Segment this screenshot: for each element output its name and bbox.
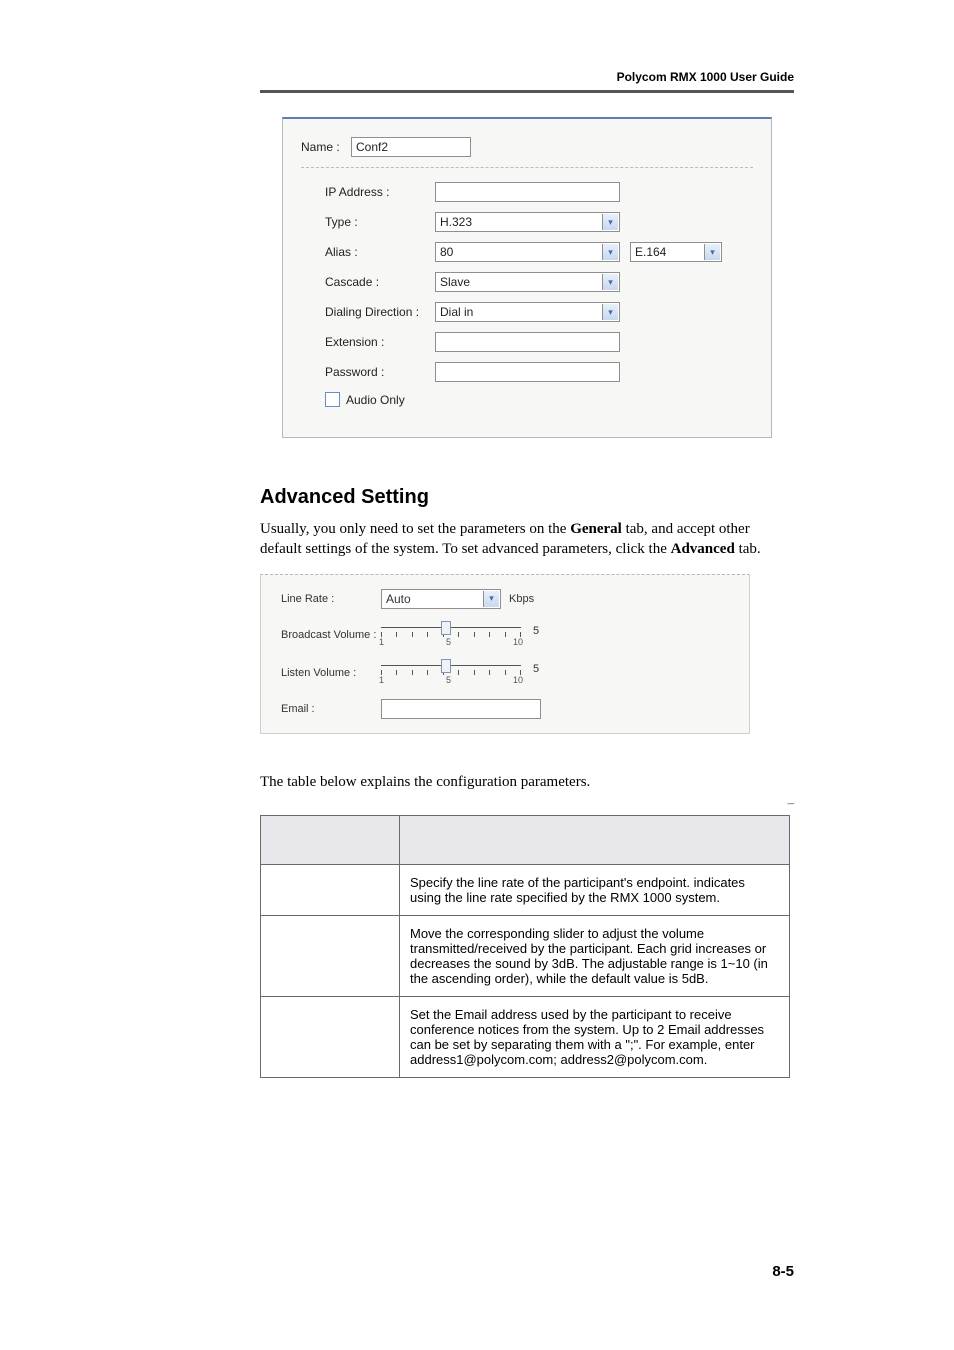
audio-only-checkbox[interactable] [325, 392, 340, 407]
table-row: Move the corresponding slider to adjust … [261, 915, 790, 996]
panel-separator [301, 167, 753, 168]
doc-header-title: Polycom RMX 1000 User Guide [260, 70, 794, 84]
table-desc-cell: Move the corresponding slider to adjust … [400, 915, 790, 996]
dialing-direction-value: Dial in [440, 305, 473, 319]
ip-address-input[interactable] [435, 182, 620, 202]
table-param-cell [261, 915, 400, 996]
chevron-down-icon: ▾ [483, 591, 499, 607]
table-desc-cell: Specify the line rate of the participant… [400, 864, 790, 915]
email-label: Email : [281, 703, 381, 715]
table-row: Specify the line rate of the participant… [261, 864, 790, 915]
slider-thumb-icon [441, 621, 451, 635]
table-caption-right: – [788, 795, 795, 811]
cascade-value: Slave [440, 275, 470, 289]
ip-address-label: IP Address : [301, 185, 435, 199]
general-settings-panel: Name : Conf2 IP Address : Type : H.323 ▾… [282, 117, 772, 438]
listen-volume-slider[interactable]: 1510 [381, 661, 521, 685]
header-rule [260, 90, 794, 93]
password-label: Password : [301, 365, 435, 379]
chevron-down-icon: ▾ [602, 244, 618, 260]
type-dropdown[interactable]: H.323 ▾ [435, 212, 620, 232]
table-caption-left [260, 795, 788, 811]
alias-input[interactable]: 80 ▾ [435, 242, 620, 262]
line-rate-dropdown[interactable]: Auto ▾ [381, 589, 501, 609]
chevron-down-icon: ▾ [602, 214, 618, 230]
table-row: Set the Email address used by the partic… [261, 996, 790, 1077]
name-input-value: Conf2 [356, 140, 388, 154]
table-param-cell [261, 864, 400, 915]
listen-volume-label: Listen Volume : [281, 667, 381, 679]
alias-label: Alias : [301, 245, 435, 259]
line-rate-value: Auto [386, 592, 411, 606]
advanced-settings-panel: Line Rate : Auto ▾ Kbps Broadcast Volume… [260, 574, 750, 734]
dialing-direction-dropdown[interactable]: Dial in ▾ [435, 302, 620, 322]
password-input[interactable] [435, 362, 620, 382]
broadcast-volume-label: Broadcast Volume : [281, 629, 381, 641]
extension-label: Extension : [301, 335, 435, 349]
chevron-down-icon: ▾ [602, 304, 618, 320]
page-number: 8-5 [772, 1263, 794, 1280]
chevron-down-icon: ▾ [704, 244, 720, 260]
line-rate-unit: Kbps [509, 593, 534, 605]
broadcast-volume-value: 5 [533, 625, 539, 645]
dialing-direction-label: Dialing Direction : [301, 305, 435, 319]
table-intro: The table below explains the configurati… [260, 774, 794, 791]
name-label: Name : [301, 140, 351, 154]
broadcast-volume-slider[interactable]: 1510 [381, 623, 521, 647]
alias-value: 80 [440, 245, 453, 259]
section-title: Advanced Setting [260, 486, 794, 509]
table-caption: – [260, 795, 794, 811]
slider-thumb-icon [441, 659, 451, 673]
chevron-down-icon: ▾ [602, 274, 618, 290]
extension-input[interactable] [435, 332, 620, 352]
name-input[interactable]: Conf2 [351, 137, 471, 157]
table-desc-cell: Set the Email address used by the partic… [400, 996, 790, 1077]
table-header-description [400, 815, 790, 864]
audio-only-label: Audio Only [346, 393, 405, 407]
table-param-cell [261, 996, 400, 1077]
alias-type-value: E.164 [635, 245, 666, 259]
table-header-parameter [261, 815, 400, 864]
parameters-table: Specify the line rate of the participant… [260, 815, 790, 1078]
type-dropdown-value: H.323 [440, 215, 472, 229]
email-input[interactable] [381, 699, 541, 719]
cascade-dropdown[interactable]: Slave ▾ [435, 272, 620, 292]
line-rate-label: Line Rate : [281, 593, 381, 605]
cascade-label: Cascade : [301, 275, 435, 289]
alias-type-dropdown[interactable]: E.164 ▾ [630, 242, 722, 262]
type-label: Type : [301, 215, 435, 229]
section-paragraph: Usually, you only need to set the parame… [260, 519, 794, 560]
listen-volume-value: 5 [533, 663, 539, 683]
